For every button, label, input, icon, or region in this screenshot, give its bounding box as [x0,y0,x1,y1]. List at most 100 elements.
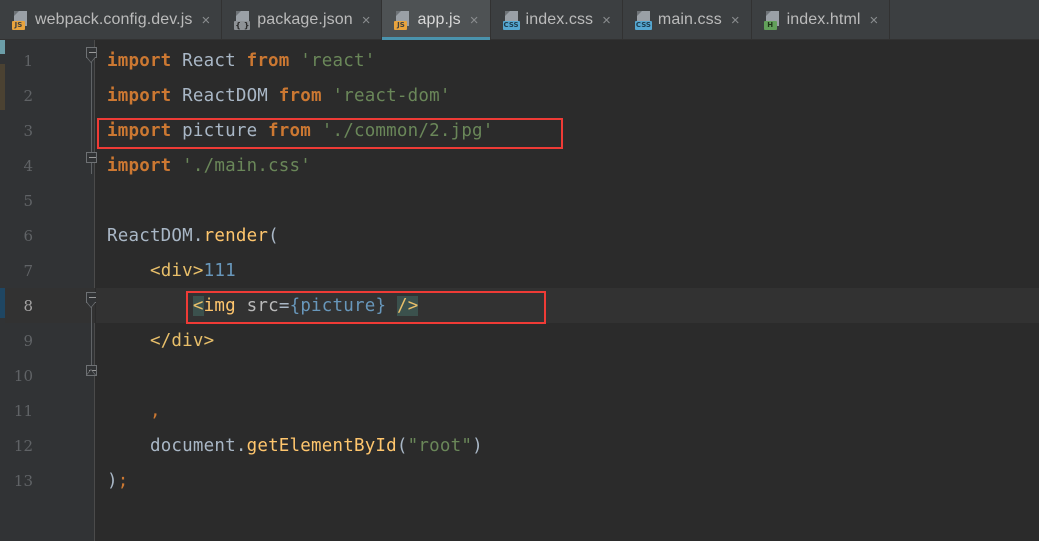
line-number-gutter[interactable]: 1 2 3 4 5 6 7 8 9 10 11 12 13 [5,40,95,541]
code-line[interactable] [96,358,1039,393]
gutter-row[interactable]: 9 [5,323,95,358]
code-line[interactable]: <img src={picture} /> [96,288,1039,323]
code-token: from [246,50,290,71]
code-token: . [192,225,204,246]
line-number: 3 [23,121,33,140]
tab-label: app.js [417,11,461,28]
code-line-text: import React from 'react' [107,51,375,71]
json-file-icon: { } [234,10,251,30]
code-editor[interactable]: 1 2 3 4 5 6 7 8 9 10 11 12 13 import React from 'rea… [0,40,1039,541]
code-line-text: ReactDOM.render( [107,226,279,246]
gutter-row[interactable]: 11 [5,393,95,428]
tab-close-icon[interactable]: × [469,13,480,28]
code-line[interactable]: import ReactDOM from 'react-dom' [96,78,1039,113]
code-token: from [268,120,311,141]
code-token: . [235,435,247,456]
tab-close-icon[interactable]: × [361,13,372,28]
code-token: {picture} [289,295,387,316]
json-badge: { } [234,20,251,30]
tab-label: webpack.config.dev.js [35,11,193,28]
tab-close-icon[interactable]: × [730,13,741,28]
code-token: picture [171,120,269,141]
code-token: 111 [203,260,236,281]
css-badge: CSS [502,20,520,30]
code-token: './common/2.jpg' [321,120,494,141]
code-line[interactable]: import React from 'react' [96,43,1039,78]
gutter-row[interactable]: 5 [5,183,95,218]
code-token: ReactDOM [171,85,279,106]
line-number: 13 [13,471,33,490]
gutter-row[interactable]: 6 [5,218,95,253]
line-number: 11 [13,401,33,420]
tab-close-icon[interactable]: × [601,13,612,28]
code-content-area[interactable]: import React from 'react' import ReactDOM… [96,40,1039,541]
code-token: src [246,295,279,316]
gutter-row[interactable]: 8 [5,288,95,323]
tab-app-js[interactable]: JS app.js × [382,0,491,40]
code-line[interactable]: import picture from './common/2.jpg' [96,113,1039,148]
code-token: 'react' [300,50,376,71]
tab-index-css[interactable]: CSS index.css × [491,0,623,40]
code-token: ) [107,470,118,491]
code-line-text: import './main.css' [107,156,311,176]
tab-main-css[interactable]: CSS main.css × [623,0,752,40]
code-token: import [107,85,172,106]
code-token: = [278,295,290,316]
code-token: ; [117,470,129,491]
gutter-row[interactable]: 12 [5,428,95,463]
code-line[interactable]: , [96,393,1039,428]
code-line-text: document.getElementById("root") [107,436,483,456]
gutter-row[interactable]: 4 [5,148,95,183]
code-line-text: ); [107,471,129,491]
js-file-icon: JS [12,10,29,30]
tab-close-icon[interactable]: × [200,13,211,28]
line-number: 5 [23,191,33,210]
gutter-row[interactable]: 10 [5,358,95,393]
code-token: </div> [149,330,215,351]
line-number: 6 [23,226,33,245]
gutter-row[interactable]: 7 [5,253,95,288]
code-token: render [203,225,269,246]
code-token: ReactDOM [107,225,193,246]
gutter-row[interactable]: 3 [5,113,95,148]
tab-package-json[interactable]: { } package.json × [222,0,383,40]
gutter-row[interactable]: 2 [5,78,95,113]
tab-webpack-config-dev-js[interactable]: JS webpack.config.dev.js × [0,0,223,40]
code-token: ( [396,435,408,456]
line-number: 1 [23,51,33,70]
code-token: import [107,50,172,71]
code-line[interactable] [96,183,1039,218]
code-line[interactable]: ); [96,463,1039,498]
code-line[interactable]: <div>111 [96,253,1039,288]
line-number: 7 [23,261,33,280]
code-token: img [203,295,236,316]
code-token: getElementById [246,435,397,456]
code-line-text: <div>111 [107,261,236,281]
code-token: ) [472,435,483,456]
code-token: "root" [407,435,473,456]
code-line-text: import ReactDOM from 'react-dom' [107,86,451,106]
tab-label: package.json [257,11,353,28]
code-line[interactable]: import './main.css' [96,148,1039,183]
code-line[interactable]: document.getElementById("root") [96,428,1039,463]
code-line-text: import picture from './common/2.jpg' [107,121,494,141]
code-line[interactable]: </div> [96,323,1039,358]
line-number: 4 [23,156,33,175]
code-token: React [171,50,247,71]
tab-label: main.css [657,11,722,28]
tab-index-html[interactable]: Hindex.html × [752,0,891,40]
code-line[interactable]: ReactDOM.render( [96,218,1039,253]
gutter-row[interactable]: 1 [5,43,95,78]
tab-close-icon[interactable]: × [869,13,880,28]
tab-label: index.html [786,11,861,28]
gutter-row[interactable]: 13 [5,463,95,498]
